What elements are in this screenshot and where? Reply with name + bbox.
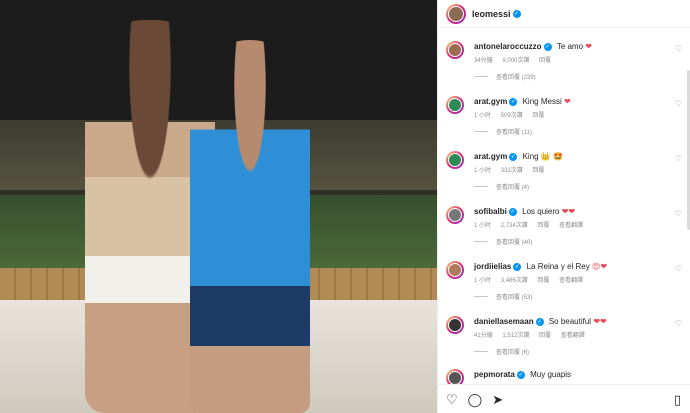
comment-likes[interactable]: 1,512次讚 [502, 333, 529, 339]
comment-item: daniellasemaan ✓ So beautiful ❤❤ 41分鐘 1,5… [446, 316, 686, 356]
comment-time: 1 小时 [474, 278, 492, 284]
avatar[interactable] [446, 96, 464, 114]
comment-time: 34分鐘 [474, 58, 493, 64]
comment-username[interactable]: jordiielias [474, 262, 511, 271]
comment-meta: 1 小时 2,734次讚 回覆 查看翻譯 [474, 220, 686, 229]
comment-text: King Messi [522, 97, 562, 106]
comment-icon[interactable]: ◯ [468, 393, 483, 406]
comment-likes[interactable]: 9,000次讚 [502, 58, 529, 64]
comment-meta: 41分鐘 1,512次讚 回覆 查看翻譯 [474, 330, 686, 339]
view-replies-button[interactable]: 查看回覆 (40) [474, 237, 686, 246]
avatar[interactable] [446, 151, 464, 169]
photo-man [190, 40, 310, 413]
comment-username[interactable]: antonelaroccuzzo [474, 42, 542, 51]
comment-item: jordiielias ✓ La Reina y el Rey 😍❤ 1 小时 3… [446, 261, 686, 301]
avatar[interactable] [446, 3, 466, 24]
heart-emoji: ❤❤ [593, 317, 607, 326]
heart-outline-icon[interactable]: ♡ [675, 154, 682, 163]
heart-outline-icon[interactable]: ♡ [675, 209, 682, 218]
translate-button[interactable]: 查看翻譯 [559, 278, 583, 284]
comment-item: antonelaroccuzzo ✓ Te amo ❤ 34分鐘 9,000次讚 … [446, 41, 686, 81]
comment-likes[interactable]: 2,734次讚 [501, 223, 528, 229]
translate-button[interactable]: 查看翻譯 [559, 223, 583, 229]
avatar[interactable] [446, 206, 464, 224]
heart-outline-icon[interactable]: ♡ [675, 44, 682, 53]
post-username[interactable]: leomessi [472, 9, 511, 19]
comment-time: 1 小时 [474, 168, 492, 174]
comment-text: King [522, 152, 539, 161]
verified-icon: ✓ [513, 262, 522, 271]
comment-item: arat.gym ✓ King 👑 🤩 1 小时 332次讚 回覆 查看回覆 (4… [446, 151, 686, 191]
comments-panel: leomessi ✓ antonelaroccuzzo ✓ Te amo ❤ 34… [437, 0, 690, 413]
comment-likes[interactable]: 509次讚 [501, 113, 523, 119]
comment-text: So beautiful [548, 317, 592, 326]
reply-button[interactable]: 回覆 [532, 168, 544, 174]
avatar[interactable] [446, 261, 464, 279]
heart-outline-icon[interactable]: ♡ [675, 319, 682, 328]
comment-likes[interactable]: 332次讚 [501, 168, 523, 174]
comment-item: sofibalbi ✓ Los quiero ❤❤ 1 小时 2,734次讚 回覆… [446, 206, 686, 246]
reply-button[interactable]: 回覆 [537, 223, 549, 229]
comment-item: pepmorata ✓ Muy guapis [446, 369, 686, 384]
heart-emoji: 😍❤ [591, 262, 608, 271]
comment-text: Te amo [556, 42, 584, 51]
comment-username[interactable]: arat.gym [474, 97, 507, 106]
comment-item: arat.gym ✓ King Messi ❤ 1 小时 509次讚 回覆 查看回… [446, 96, 686, 136]
verified-icon: ✓ [543, 42, 552, 51]
view-replies-button[interactable]: 查看回覆 (6) [474, 347, 686, 356]
heart-emoji: ❤ [585, 42, 592, 51]
avatar[interactable] [446, 316, 464, 334]
view-replies-button[interactable]: 查看回覆 (53) [474, 292, 686, 301]
verified-icon: ✓ [516, 370, 525, 379]
heart-outline-icon[interactable]: ♡ [675, 264, 682, 273]
post-header: leomessi ✓ [438, 0, 690, 28]
reply-button[interactable]: 回覆 [532, 113, 544, 119]
comment-meta: 1 小时 3,486次讚 回覆 查看翻譯 [474, 275, 686, 284]
verified-icon: ✓ [508, 207, 517, 216]
translate-button[interactable]: 查看翻譯 [561, 333, 585, 339]
reply-button[interactable]: 回覆 [537, 278, 549, 284]
comment-meta: 1 小时 332次讚 回覆 [474, 165, 686, 174]
heart-outline-icon[interactable]: ♡ [446, 393, 458, 406]
view-replies-button[interactable]: 查看回覆 (4) [474, 182, 686, 191]
verified-icon: ✓ [509, 97, 518, 106]
comment-username[interactable]: daniellasemaan [474, 317, 534, 326]
share-icon[interactable]: ➤ [492, 393, 503, 406]
comment-likes[interactable]: 3,486次讚 [501, 278, 528, 284]
heart-emoji: ❤❤ [561, 207, 576, 216]
comment-text: Los quiero [522, 207, 560, 216]
comment-time: 1 小时 [474, 223, 492, 229]
avatar[interactable] [446, 369, 464, 384]
comments-list: antonelaroccuzzo ✓ Te amo ❤ 34分鐘 9,000次讚 … [438, 29, 690, 384]
comment-username[interactable]: pepmorata [474, 370, 515, 379]
comment-text: Muy guapis [530, 370, 572, 379]
verified-icon: ✓ [512, 9, 521, 18]
heart-emoji: ❤ [563, 97, 571, 106]
post-actions: ♡ ◯ ➤ ▯ [438, 384, 690, 413]
comment-text: La Reina y el Rey [526, 262, 590, 271]
verified-icon: ✓ [509, 152, 518, 161]
view-replies-button[interactable]: 查看回覆 (11) [474, 127, 686, 136]
reply-button[interactable]: 回覆 [539, 58, 551, 64]
comment-time: 1 小时 [474, 113, 492, 119]
comment-meta: 1 小时 509次讚 回覆 [474, 110, 686, 119]
post-photo[interactable] [0, 0, 437, 413]
comment-time: 41分鐘 [474, 333, 493, 339]
comment-meta: 34分鐘 9,000次讚 回覆 [474, 55, 686, 64]
view-replies-button[interactable]: 查看回覆 (239) [474, 72, 686, 81]
comment-username[interactable]: sofibalbi [474, 207, 507, 216]
heart-outline-icon[interactable]: ♡ [675, 99, 682, 108]
bookmark-icon[interactable]: ▯ [674, 393, 681, 406]
reply-button[interactable]: 回覆 [539, 333, 551, 339]
verified-icon: ✓ [535, 317, 544, 326]
comment-username[interactable]: arat.gym [474, 152, 507, 161]
avatar[interactable] [446, 41, 464, 59]
crown-emoji: 👑 🤩 [540, 152, 563, 161]
